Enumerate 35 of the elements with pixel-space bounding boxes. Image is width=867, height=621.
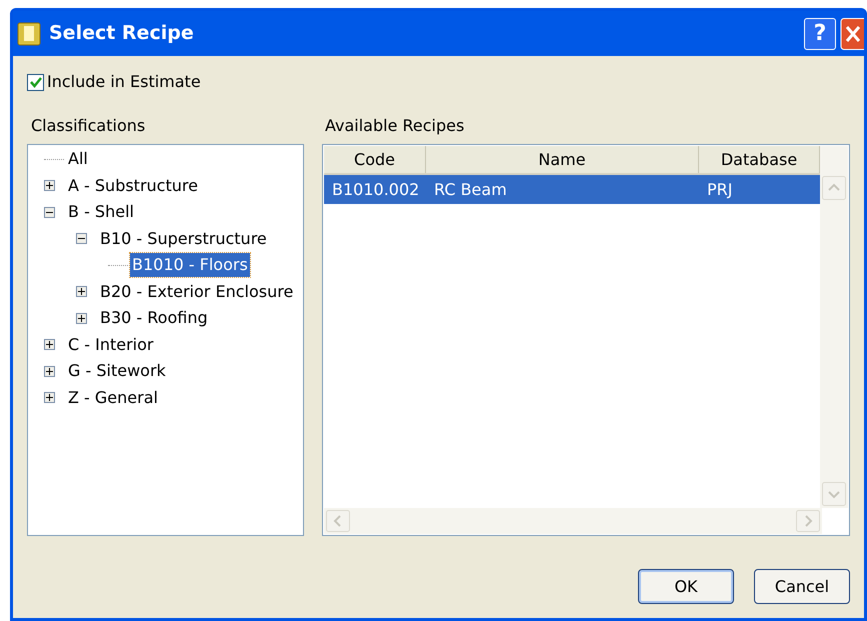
tree-item[interactable]: B30 - Roofing [98, 306, 210, 330]
tree-item[interactable]: All [66, 147, 90, 172]
column-header[interactable]: Name [426, 146, 699, 173]
app-icon [17, 22, 41, 46]
tree-item[interactable]: B1010 - Floors [130, 253, 250, 278]
recipe-row[interactable]: B1010.002 RC Beam PRJ [324, 175, 820, 204]
tree-item[interactable]: C - Interior [66, 332, 156, 357]
expand-icon[interactable] [44, 392, 55, 404]
table-cell-text: RC Beam [433, 178, 508, 200]
window-title: Select Recipe [49, 21, 194, 46]
check-icon [30, 76, 42, 88]
help-button[interactable]: ? [804, 18, 836, 50]
table-cell-text: PRJ [706, 178, 734, 200]
include-checkbox[interactable] [27, 74, 44, 90]
expand-icon[interactable] [76, 312, 87, 324]
checkbox-label: Include in Estimate [47, 71, 201, 93]
section-label: Available Recipes [325, 115, 466, 137]
expand-icon[interactable] [44, 339, 55, 350]
collapse-icon[interactable] [76, 233, 87, 244]
tree-item[interactable]: A - Substructure [66, 174, 200, 198]
section-label: Classifications [31, 115, 146, 137]
column-header[interactable]: Code [324, 146, 426, 173]
tree-item[interactable]: B10 - Superstructure [98, 226, 269, 251]
table-cell-text: B1010.002 [331, 178, 420, 200]
close-icon[interactable] [840, 18, 864, 50]
tree-item[interactable]: G - Sitework [66, 359, 168, 384]
cancel-button[interactable]: Cancel [754, 569, 850, 604]
tree-item[interactable]: B20 - Exterior Enclosure [98, 280, 296, 304]
tree-item[interactable]: B - Shell [66, 200, 136, 224]
ok-button[interactable]: OK [638, 569, 734, 604]
tree-item[interactable]: Z - General [66, 386, 160, 410]
expand-icon[interactable] [44, 366, 55, 377]
expand-icon[interactable] [44, 180, 55, 192]
collapse-icon[interactable] [44, 206, 55, 218]
expand-icon[interactable] [76, 286, 87, 298]
